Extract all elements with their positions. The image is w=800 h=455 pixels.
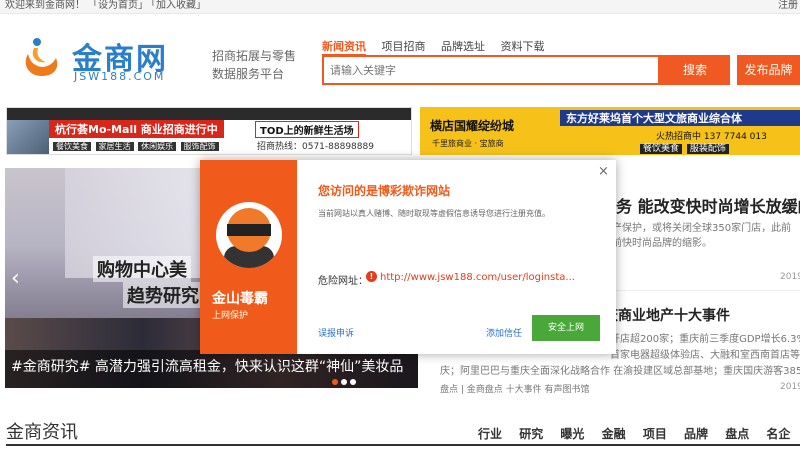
news-summary: 目前快时尚品牌的缩影。 xyxy=(602,238,712,249)
ad-banner-momall[interactable]: 杭行荟Mo-Mall 商业招商进行中 TOD上的新鲜生活场 餐饮美食 家居生活 … xyxy=(6,107,412,155)
add-favorite-link[interactable]: 「加入收藏」 xyxy=(146,0,206,12)
ad-banner-hengdian[interactable]: 横店国耀绽纷城 东方好莱坞首个大型文旅商业综合体 火热招商中 137 7744 … xyxy=(420,107,800,155)
publish-brand-button[interactable]: 发布品牌 xyxy=(737,55,800,85)
slider-dots xyxy=(332,370,359,389)
dialog-brand-subtitle: 上网保护 xyxy=(212,311,249,321)
news-title[interactable]: 庆商业地产十大事件 xyxy=(604,305,800,325)
category-link[interactable]: 品牌 xyxy=(684,427,708,441)
slider-dot[interactable] xyxy=(341,379,347,385)
news-summary: 破产保护，或将关闭全球350家门店，此前 xyxy=(602,223,792,234)
logo-icon[interactable] xyxy=(20,34,64,80)
banner-photo xyxy=(7,120,49,154)
news-divider xyxy=(600,290,800,291)
banner-headline: 横店国耀绽纷城 xyxy=(430,119,515,133)
category-link[interactable]: 研究 xyxy=(519,427,543,441)
category-link[interactable]: 行业 xyxy=(478,427,502,441)
slider-overlay-line1: 购物中心美 xyxy=(93,256,191,282)
set-home-link[interactable]: 「设为首页」 xyxy=(88,0,148,12)
safe-browsing-button[interactable]: 安全上网 xyxy=(532,315,600,341)
category-link[interactable]: 曝光 xyxy=(560,427,584,441)
banner-tag: 服饰配饰 xyxy=(180,142,219,151)
mascot-mask xyxy=(227,224,271,236)
banner-tag: 餐饮美食 xyxy=(53,142,91,151)
banner-tag: 服装配饰 xyxy=(686,144,729,154)
top-bar: 欢迎来到金商网！ 「设为首页」 「加入收藏」 注册 xyxy=(0,0,800,14)
search-tabs: 新闻资讯 项目招商 品牌选址 资料下载 xyxy=(322,38,557,56)
banner-tag: 餐饮美食 xyxy=(640,144,683,154)
section-underline xyxy=(6,444,800,446)
add-trust-link[interactable]: 添加信任 xyxy=(486,326,522,339)
banner-tag: 休闲娱乐 xyxy=(138,142,177,151)
slogan-line-1: 招商拓展与零售 xyxy=(212,49,297,63)
thief-mascot-icon xyxy=(216,202,282,268)
section-title: 金商资讯 xyxy=(6,422,78,443)
slogan-line-2: 数据服务平台 xyxy=(212,67,285,81)
news-date: 2019 xyxy=(780,382,800,392)
category-link[interactable]: 项目 xyxy=(643,427,667,441)
slider-dot[interactable] xyxy=(350,379,356,385)
tab-downloads[interactable]: 资料下载 xyxy=(501,40,545,53)
banner-logos: 千里旅商业 · 宝旅商 xyxy=(432,139,504,148)
search-button[interactable]: 搜索 xyxy=(660,55,730,85)
news-tags[interactable]: 盘点 | 金商盘点 十大事件 有声图书馆 xyxy=(440,382,740,395)
banner-tagline: 东方好莱坞首个大型文旅商业综合体 xyxy=(560,110,800,126)
register-link[interactable]: 注册 xyxy=(778,0,798,12)
dangerous-url-label: 危险网址： xyxy=(318,276,368,287)
banner-tag: 家居生活 xyxy=(95,142,134,151)
tab-brand-site[interactable]: 品牌选址 xyxy=(441,40,485,53)
slider-dot[interactable] xyxy=(332,379,338,385)
warning-icon: ! xyxy=(366,271,377,282)
search-input[interactable] xyxy=(322,55,660,85)
section-category-nav: 行业 研究 曝光 金融 项目 品牌 盘点 名企 名人 xyxy=(478,425,800,442)
banner-title: 杭行荟Mo-Mall 商业招商进行中 xyxy=(49,120,224,138)
security-warning-dialog: 金山毒霸 上网保护 × 您访问的是博彩欺诈网站 当前网站以真人赌博、随时取现等虚… xyxy=(200,160,616,354)
close-icon[interactable]: × xyxy=(598,164,609,179)
banner-tags: 餐饮美食 服装配饰 xyxy=(640,141,731,154)
news-summary: 首家电器超级体验店、大融和室西南首店等 xyxy=(610,350,800,361)
report-false-positive-link[interactable]: 误报申诉 xyxy=(318,326,354,339)
welcome-text: 欢迎来到金商网！ xyxy=(5,0,85,11)
category-link[interactable]: 盘点 xyxy=(725,427,749,441)
slider-prev-icon[interactable]: ‹ xyxy=(11,266,20,291)
banner-tags: 餐饮美食 家居生活 休闲娱乐 服饰配饰 xyxy=(53,141,221,152)
dialog-brand: 金山毒霸 xyxy=(212,291,268,307)
category-link[interactable]: 名企 xyxy=(766,427,790,441)
dialog-sidebar: 金山毒霸 上网保护 xyxy=(200,160,297,354)
tab-news[interactable]: 新闻资讯 xyxy=(322,40,366,56)
banner-top-strip xyxy=(7,108,411,120)
tab-projects[interactable]: 项目招商 xyxy=(382,40,426,53)
banner-hotline: 招商热线：0571-88898889 xyxy=(257,142,374,152)
logo-subtitle: JSW188.COM xyxy=(74,70,166,83)
category-link[interactable]: 金融 xyxy=(602,427,626,441)
banner-tagline: TOD上的新鲜生活场 xyxy=(255,121,359,138)
dialog-description: 当前网站以真人赌博、随时取现等虚假信息诱导您进行注册充值。 xyxy=(318,209,550,218)
slider-overlay-line2: 趋势研究 xyxy=(123,282,203,308)
dialog-title: 您访问的是博彩欺诈网站 xyxy=(318,184,451,198)
news-summary: 开店超200家；重庆前三季度GDP增长6.3% xyxy=(610,334,800,345)
news-summary: 庆；阿里巴巴与重庆全面深化战略合作 在渝投建区域总部基地；重庆国庆游客3859.… xyxy=(440,366,800,377)
news-date: 2019 xyxy=(780,272,800,282)
news-title[interactable]: 服务 能改变快时尚增长放缓的 xyxy=(600,193,800,217)
dangerous-url: http://www.jsw188.com/user/loginsta... xyxy=(380,272,575,283)
